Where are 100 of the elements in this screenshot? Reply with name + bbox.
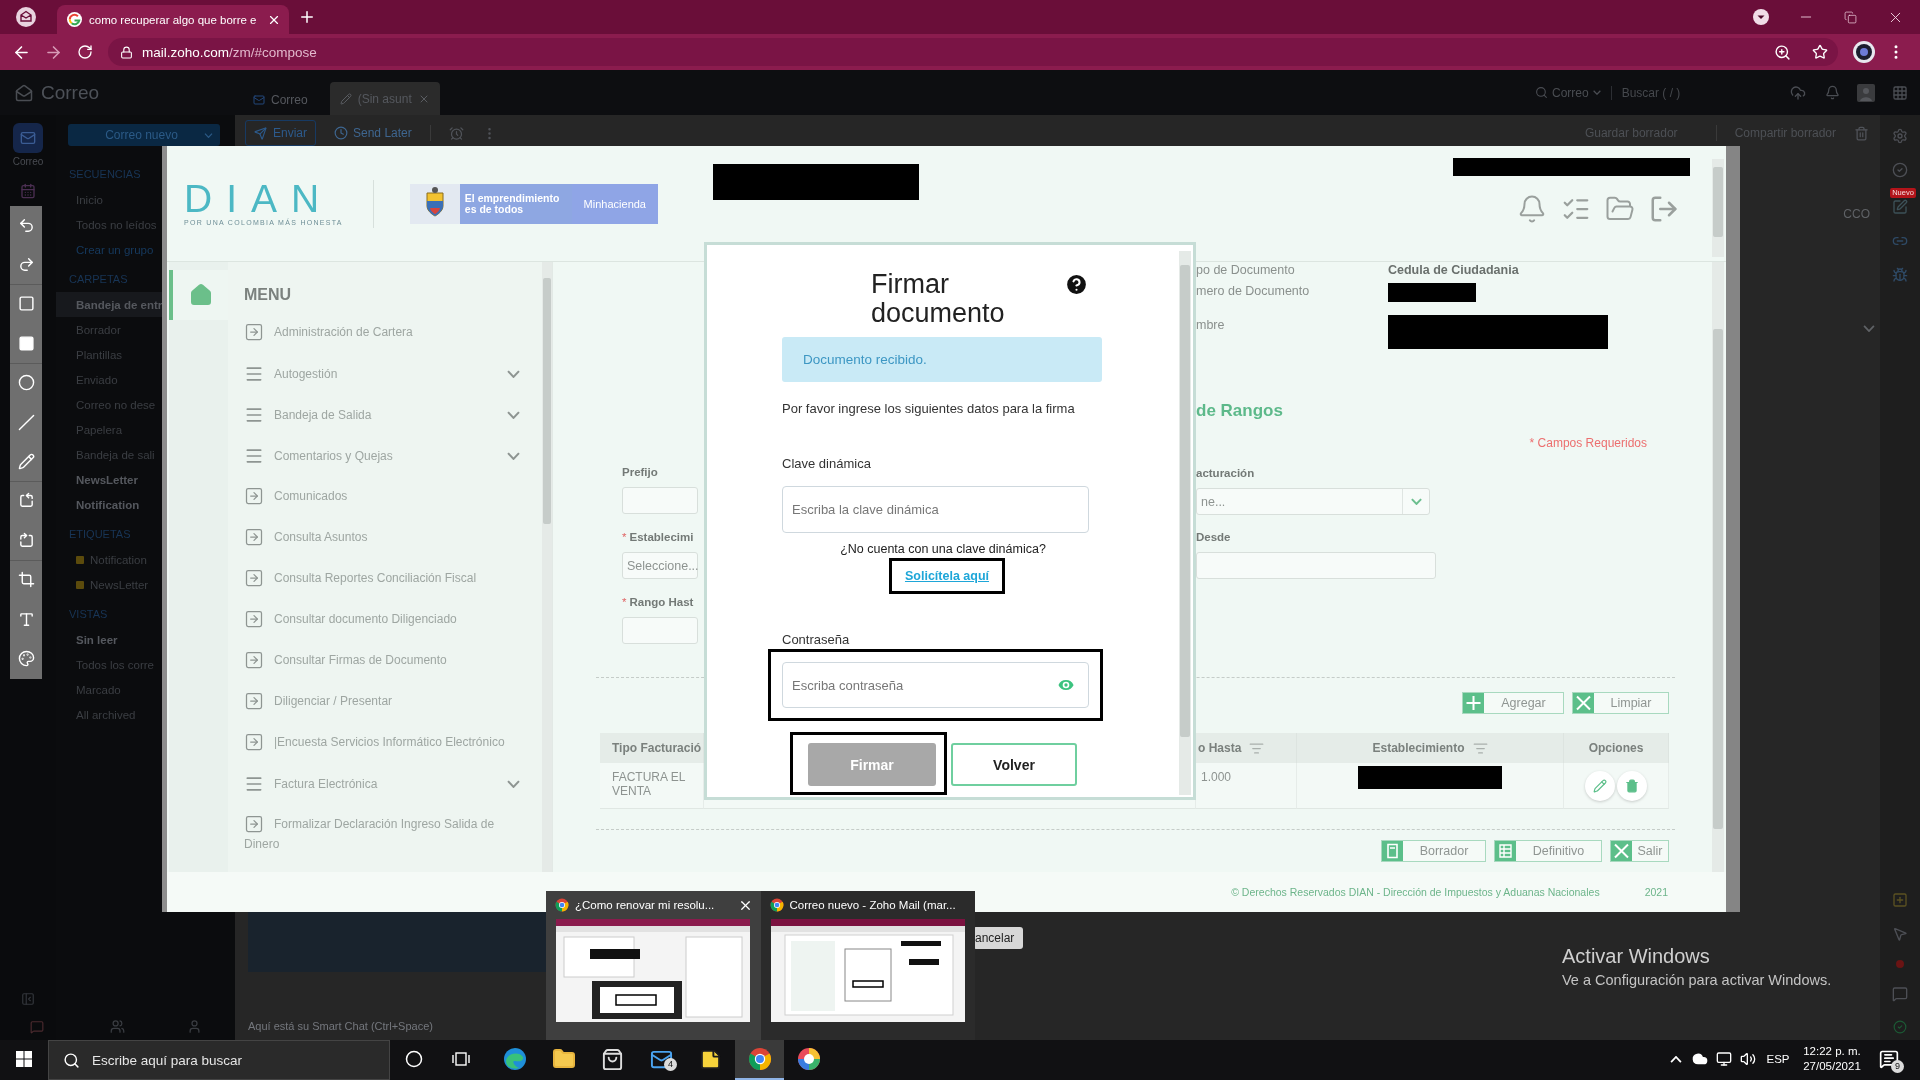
volume-icon[interactable] xyxy=(1740,1051,1756,1067)
column-header[interactable]: o Hasta xyxy=(1196,733,1297,763)
settings-icon[interactable] xyxy=(1892,128,1908,144)
logout-icon[interactable] xyxy=(1649,194,1679,224)
menu-item[interactable]: Formalizar Declaración Ingreso Salida de Dinero xyxy=(244,804,542,865)
bell-icon[interactable] xyxy=(1824,85,1840,100)
palette-icon[interactable] xyxy=(17,650,35,667)
task-view-icon[interactable] xyxy=(452,1050,472,1068)
crop-icon[interactable] xyxy=(17,571,35,589)
cloud-upload-icon[interactable] xyxy=(1790,84,1806,101)
field-label: mero de Documento xyxy=(1196,283,1311,299)
avatar-icon[interactable] xyxy=(1857,83,1875,102)
create-group-link[interactable]: Crear un grupo xyxy=(56,237,162,262)
window-preview[interactable]: Correo nuevo - Zoho Mail (mar... xyxy=(760,891,975,1040)
input-field[interactable]: Escriba la clave dinámica xyxy=(782,486,1089,533)
chevron-up-icon[interactable] xyxy=(1670,1055,1682,1063)
text-tool-icon[interactable] xyxy=(17,610,35,628)
bell-icon[interactable] xyxy=(1517,194,1547,224)
menu-item[interactable]: Consultar Firmas de Documento xyxy=(244,640,542,681)
address-field[interactable]: mail.zoho.com/zm/#compose xyxy=(108,38,1838,66)
folder-item[interactable]: Bandeja de entr xyxy=(56,292,162,317)
menu-item[interactable]: Factura Electrónica xyxy=(244,763,542,804)
search-field[interactable]: Correo Buscar ( / ) xyxy=(1535,85,1700,100)
square-plus-icon[interactable] xyxy=(1892,892,1908,908)
chat-icon[interactable] xyxy=(1892,986,1908,1002)
clock[interactable]: 12:22 p. m. 27/05/2021 xyxy=(1803,1044,1861,1074)
network-icon[interactable] xyxy=(1716,1051,1732,1067)
help-icon[interactable] xyxy=(1064,272,1089,297)
taskbar-button[interactable] xyxy=(735,1040,784,1080)
back-button[interactable]: Volver xyxy=(951,743,1077,786)
menu-item[interactable]: Comunicados xyxy=(244,476,542,517)
restore-icon[interactable] xyxy=(1844,10,1857,24)
pen-icon[interactable] xyxy=(1892,199,1908,215)
menu-item[interactable]: Bandeja de Salida xyxy=(244,394,542,435)
password-field[interactable]: Escriba contraseña xyxy=(782,662,1089,708)
ellipse-icon[interactable] xyxy=(17,374,35,392)
input-field[interactable] xyxy=(622,617,698,644)
folder-item[interactable]: NewsLetter xyxy=(56,467,162,492)
new-mail-button[interactable]: Correo nuevo xyxy=(68,124,220,146)
taskbar-button[interactable]: 4 xyxy=(637,1040,686,1080)
input-field[interactable] xyxy=(622,487,698,514)
filled-rectangle-icon[interactable] xyxy=(17,334,35,352)
bookmark-star-icon[interactable] xyxy=(1812,44,1828,60)
cloud-icon[interactable] xyxy=(1692,1051,1708,1067)
menu-item[interactable]: |Encuesta Servicios Informático Electrónico xyxy=(244,722,542,763)
menu-item[interactable]: Diligenciar / Presentar xyxy=(244,681,542,722)
envelope-icon[interactable] xyxy=(16,7,36,27)
search-field[interactable]: Escribe aquí para buscar xyxy=(48,1040,390,1080)
rail-button[interactable] xyxy=(13,123,43,153)
notification-count: 4 xyxy=(664,1058,677,1071)
select-field[interactable]: Seleccione... xyxy=(622,552,698,579)
browser-tab[interactable]: como recuperar algo que borre e xyxy=(57,5,289,34)
scope-dropdown[interactable]: Correo xyxy=(1535,85,1601,100)
folder-item[interactable]: Sin leer xyxy=(56,627,162,652)
menu-item[interactable]: Consultar documento Diligenciado xyxy=(244,599,542,640)
cancel-button[interactable]: ancelar xyxy=(973,927,1024,949)
input-field[interactable] xyxy=(1196,552,1436,579)
undo-icon[interactable] xyxy=(17,216,35,234)
clear-button[interactable]: Limpiar xyxy=(1572,692,1669,714)
rotate-left-icon[interactable] xyxy=(17,492,35,510)
zoom-icon[interactable] xyxy=(1774,43,1791,61)
language-indicator[interactable]: ESP xyxy=(1766,1051,1790,1067)
tab[interactable]: Correo xyxy=(243,85,318,115)
menu-item[interactable]: Comentarios y Quejas xyxy=(244,435,542,476)
menu-item[interactable]: Consulta Reportes Conciliación Fiscal xyxy=(244,558,542,599)
profile-avatar-icon[interactable] xyxy=(1853,41,1875,63)
column-header[interactable]: Establecimiento xyxy=(1297,733,1564,763)
reload-icon[interactable] xyxy=(77,44,93,60)
menu-item[interactable]: Consulta Asuntos xyxy=(244,517,542,558)
delete-button[interactable] xyxy=(1617,771,1647,801)
chevron-down-icon[interactable] xyxy=(1863,325,1875,332)
rectangle-icon[interactable] xyxy=(17,295,35,313)
check-circle-icon[interactable] xyxy=(1893,1020,1907,1034)
pointer-icon[interactable] xyxy=(1892,926,1908,942)
pencil-icon[interactable] xyxy=(17,453,35,471)
new-tab-icon[interactable] xyxy=(298,8,316,26)
final-button[interactable]: Definitivo xyxy=(1494,840,1602,862)
rotate-right-icon[interactable] xyxy=(17,531,35,549)
cortana-circle-icon[interactable] xyxy=(405,1050,423,1068)
dropdown-icon[interactable] xyxy=(1752,9,1769,25)
line-icon[interactable] xyxy=(17,413,35,431)
select-field[interactable]: ne... xyxy=(1196,488,1430,515)
menu-item[interactable]: Autogestión xyxy=(244,353,542,394)
notifications-icon[interactable] xyxy=(1879,1049,1899,1069)
windows-logo-icon[interactable] xyxy=(16,1051,32,1067)
check-circle-icon[interactable] xyxy=(1892,162,1908,178)
shopping-bag-icon xyxy=(601,1047,624,1071)
redo-icon[interactable] xyxy=(17,256,35,274)
add-button[interactable]: Agregar xyxy=(1462,692,1564,714)
window-preview[interactable]: ¿Como renovar mi resolu... xyxy=(546,891,761,1040)
send-later-button[interactable]: Send Later xyxy=(334,126,412,140)
copyright-text: © Derechos Reservados DIAN - Dirección de Impuestos y Aduanas Nacionales xyxy=(1231,886,1600,898)
exit-button[interactable]: Salir xyxy=(1610,840,1669,862)
request-link[interactable]: Solicítela aquí xyxy=(904,569,990,583)
alarm-clock-icon[interactable] xyxy=(448,125,464,141)
draft-button[interactable]: Borrador xyxy=(1381,840,1486,862)
apps-grid-icon[interactable] xyxy=(1892,84,1908,101)
copyright-year: 2021 xyxy=(1644,886,1668,898)
folder-item[interactable]: Notification xyxy=(56,492,162,517)
menu-item[interactable]: Administración de Cartera xyxy=(244,312,542,353)
